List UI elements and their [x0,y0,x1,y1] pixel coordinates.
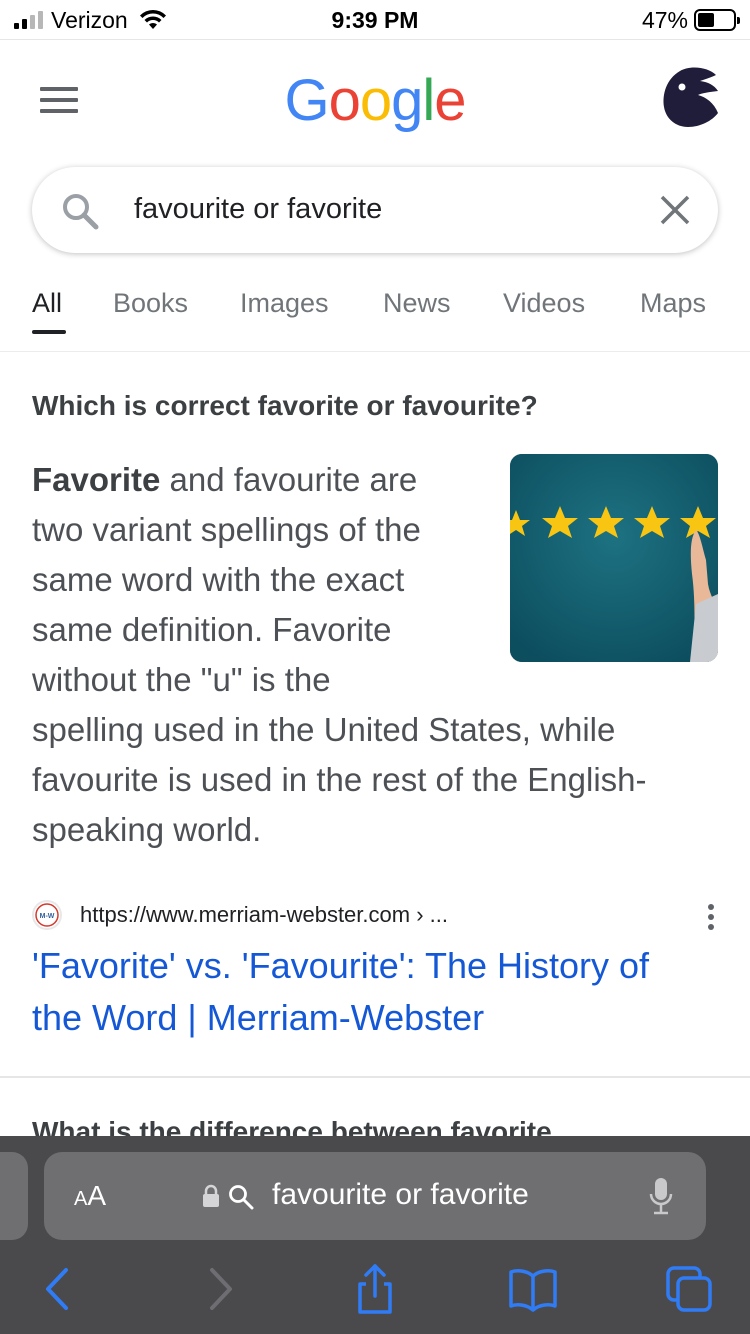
logo-letter: o [359,68,392,133]
google-header: Google [0,41,750,161]
snippet-line: without the "u" is the [32,661,331,698]
snippet-line: same definition. Favorite [32,611,392,648]
search-box[interactable]: favourite or favorite [32,167,718,253]
reader-aa-button[interactable]: AA [74,1180,106,1212]
snippet-line: same word with the exact [32,561,405,598]
tab-videos[interactable]: Videos [503,288,585,319]
tab-all[interactable]: All [32,288,62,319]
battery-percent: 47% [641,6,688,33]
tab-books[interactable]: Books [113,288,188,319]
lock-icon [203,1184,219,1207]
forward-arrow-icon[interactable] [196,1264,246,1314]
search-tabs: All Books Images News Videos Maps [0,280,750,352]
source-url[interactable]: https://www.merriam-webster.com › ... [80,902,448,928]
result-title-link[interactable]: 'Favorite' vs. 'Favourite': The History … [32,940,722,1044]
previous-tab-preview[interactable] [0,1152,28,1240]
status-time: 9:39 PM [331,7,419,33]
address-search-icon [229,1185,254,1210]
status-right: 47% [641,6,740,33]
active-tab-indicator [32,330,66,334]
snippet-question: Which is correct favorite or favourite? [32,390,538,421]
tab-maps[interactable]: Maps [640,288,706,319]
battery-icon [694,9,740,31]
tab-images[interactable]: Images [240,288,329,319]
snippet-line: and favourite are [160,461,418,498]
search-icon[interactable] [60,191,100,231]
address-bar-text[interactable]: favourite or favorite [272,1178,529,1212]
snippet-line: speaking world. [32,811,262,848]
logo-letter: l [422,68,435,133]
logo-letter: o [328,68,361,133]
logo-letter: G [284,68,329,133]
status-bar: Verizon 9:39 PM 47% [0,0,750,40]
section-divider [0,1076,750,1078]
share-icon[interactable] [350,1264,400,1314]
snippet-line: two variant spellings of the [32,511,421,548]
logo-letter: g [391,68,423,133]
battery-fill [698,13,714,27]
result-title-line[interactable]: the Word | Merriam-Webster [32,992,722,1044]
snippet-line: favourite is used in the rest of the Eng… [32,761,647,798]
more-options-icon[interactable] [708,904,716,930]
tab-news[interactable]: News [383,288,451,319]
snippet-line: spelling used in the United States, whil… [32,711,616,748]
search-input[interactable]: favourite or favorite [134,193,382,226]
safari-toolbar: AA favourite or favorite [0,1136,750,1334]
safari-address-bar[interactable]: AA favourite or favorite [44,1152,706,1240]
microphone-icon[interactable] [648,1176,674,1216]
result-source[interactable]: M-W https://www.merriam-webster.com › ..… [32,898,722,930]
clear-search-icon[interactable] [658,193,692,227]
result-title-line[interactable]: 'Favorite' vs. 'Favourite': The History … [32,940,722,992]
bookmarks-icon[interactable] [508,1264,558,1314]
snippet-bold-word: Favorite [32,461,161,498]
merriam-webster-favicon: M-W [32,900,62,930]
back-arrow-icon[interactable] [32,1264,82,1314]
tabs-icon[interactable] [664,1264,714,1314]
snippet-star-rating-image[interactable] [510,454,718,662]
account-avatar[interactable] [660,65,722,131]
logo-letter: e [434,68,466,133]
google-logo[interactable]: Google [0,67,750,134]
svg-text:M-W: M-W [40,913,55,920]
